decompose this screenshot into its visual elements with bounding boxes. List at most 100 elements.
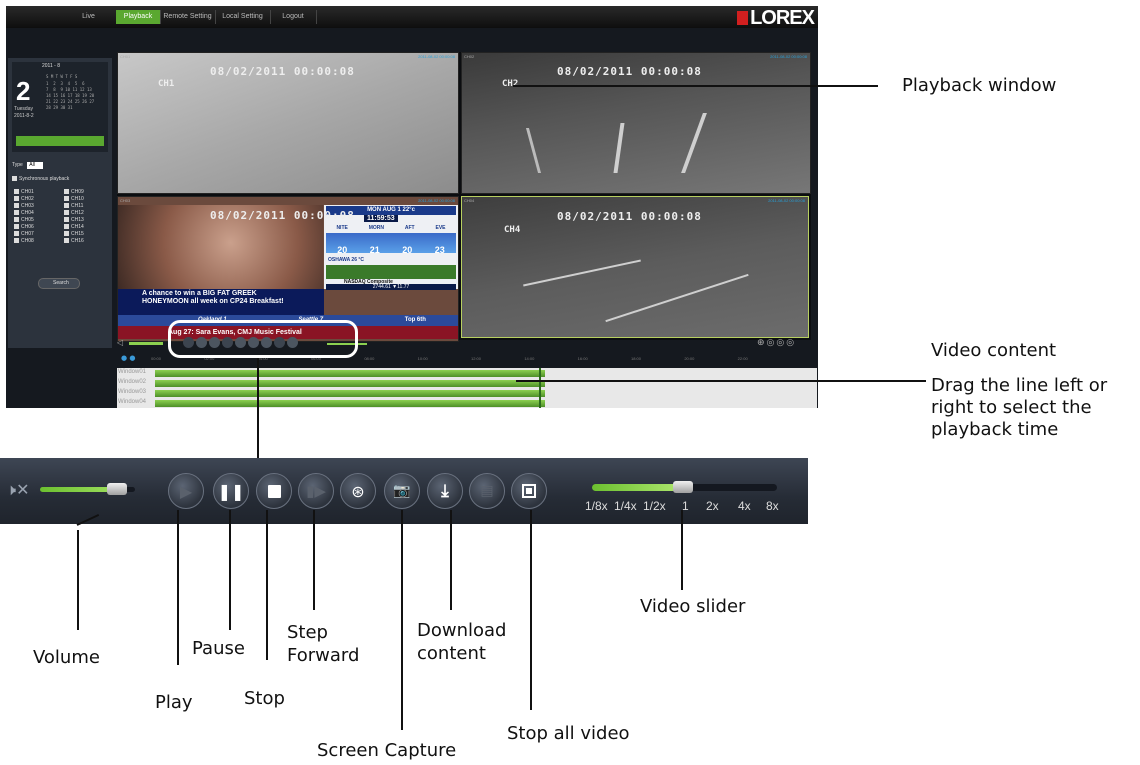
- timeline-tick-label: 00:00: [151, 356, 162, 361]
- channel-checkbox[interactable]: CH04: [14, 210, 54, 217]
- playback-time-line[interactable]: [539, 368, 541, 408]
- video-content-track[interactable]: [155, 370, 545, 377]
- annotation-stop-all-video: Stop all video: [507, 723, 630, 744]
- volume-knob[interactable]: [106, 483, 127, 495]
- controls-highlight: [168, 320, 358, 358]
- video-tile-ch2[interactable]: CH02 2011-08-02 00:00:08 08/02/2011 00:0…: [461, 52, 811, 194]
- annotation-playback-window: Playback window: [902, 75, 1057, 96]
- annotation-download-2: content: [417, 643, 486, 664]
- video-content-track[interactable]: [155, 390, 545, 397]
- channel-checkbox[interactable]: CH10: [64, 196, 104, 203]
- tab-local-setting[interactable]: Local Setting: [215, 10, 271, 24]
- window-label: Window02: [118, 379, 147, 385]
- calendar-weekday-header: S M T W T F S: [46, 74, 78, 79]
- channel-checkbox[interactable]: CH03: [14, 203, 54, 210]
- annotation-video-content: Video content: [931, 340, 1057, 361]
- timeline-tick-label: 20:00: [684, 356, 695, 361]
- video-tile-ch1[interactable]: CH01 2011-08-02 00:00:08 08/02/2011 00:0…: [117, 52, 459, 194]
- calendar[interactable]: 2011 - 8 2 Tuesday 2011-8-2 S M T W T F …: [12, 62, 108, 152]
- tile-timestamp: 08/02/2011 00:00:08: [210, 209, 355, 222]
- sync-playback-checkbox[interactable]: Synchronous playback: [12, 176, 69, 183]
- tile-timestamp: 08/02/2011 00:00:08: [210, 65, 355, 78]
- tab-remote-setting[interactable]: Remote Setting: [160, 10, 216, 24]
- layout-icons[interactable]: ⊕◎◎◎: [757, 338, 796, 348]
- type-label: Type: [12, 162, 23, 168]
- channel-checkbox[interactable]: CH09: [64, 189, 104, 196]
- annotation-drag-line-1: Drag the line left or: [931, 375, 1108, 396]
- channel-checkbox[interactable]: CH06: [14, 224, 54, 231]
- timeline-tick-label: 12:00: [471, 356, 482, 361]
- step-forward-icon: ▮▶: [306, 482, 326, 500]
- timeline-tick-label: 16:00: [577, 356, 588, 361]
- stop-button[interactable]: [256, 473, 292, 509]
- annotation-pause: Pause: [192, 638, 245, 659]
- video-speed-slider[interactable]: [592, 481, 777, 493]
- tab-live[interactable]: Live: [61, 10, 117, 24]
- channel-checkbox[interactable]: CH08: [14, 238, 54, 245]
- speed-label: 1/2x: [643, 499, 666, 513]
- play-icon: ▶: [179, 481, 193, 501]
- window-label: Window01: [118, 369, 147, 375]
- channel-list-right: CH09 CH10 CH11 CH12 CH13 CH14 CH15 CH16: [64, 189, 104, 245]
- annotation-download-1: Download: [417, 620, 507, 641]
- channel-checkbox[interactable]: CH12: [64, 210, 104, 217]
- video-content-track[interactable]: [155, 400, 545, 407]
- speed-level: [592, 484, 685, 491]
- video-content-track[interactable]: [155, 380, 545, 387]
- search-button[interactable]: Search: [38, 278, 80, 289]
- screen-capture-button[interactable]: ⊛: [340, 473, 376, 509]
- channel-checkbox[interactable]: CH13: [64, 217, 104, 224]
- document-icon: ▤: [480, 483, 494, 499]
- stop-all-video-button[interactable]: [511, 473, 547, 509]
- type-select[interactable]: All: [27, 162, 43, 169]
- video-tile-ch4[interactable]: CH04 2011-08-02 00:00:08 08/02/2011 00:0…: [461, 196, 809, 338]
- channel-checkbox[interactable]: CH07: [14, 231, 54, 238]
- calendar-confirm-bar[interactable]: [16, 136, 104, 146]
- mini-volume-slider[interactable]: [129, 342, 163, 345]
- play-button[interactable]: ▶: [168, 473, 204, 509]
- calendar-weekday: Tuesday: [14, 106, 33, 112]
- snapshot-button[interactable]: 📷: [384, 473, 420, 509]
- speed-label: 8x: [766, 499, 779, 513]
- mini-volume-icon[interactable]: ◁: [117, 338, 123, 347]
- annotation-step-forward-2: Forward: [287, 645, 360, 666]
- timeline-zoom-icons[interactable]: ● ●: [121, 354, 135, 362]
- top-nav-bar: Live Playback Remote Setting Local Setti…: [6, 6, 818, 29]
- channel-checkbox[interactable]: CH02: [14, 196, 54, 203]
- download-button[interactable]: ⤓: [427, 473, 463, 509]
- timeline-tick-label: 22:00: [737, 356, 748, 361]
- annotation-drag-line-2: right to select the: [931, 397, 1092, 418]
- calendar-day-number: 2: [16, 76, 31, 106]
- volume-slider[interactable]: [40, 483, 135, 495]
- pause-button[interactable]: ❚❚: [213, 473, 249, 509]
- tab-playback[interactable]: Playback: [116, 10, 161, 24]
- speed-label: 1/4x: [614, 499, 637, 513]
- film-reel-icon: ⊛: [351, 481, 365, 501]
- annotation-step-forward-1: Step: [287, 622, 328, 643]
- annotation-play: Play: [155, 692, 193, 713]
- step-forward-button[interactable]: ▮▶: [298, 473, 334, 509]
- channel-checkbox[interactable]: CH01: [14, 189, 54, 196]
- volume-icon[interactable]: 🕨✕: [6, 480, 30, 500]
- window-label: Window03: [118, 389, 147, 395]
- annotation-volume: Volume: [33, 647, 100, 668]
- channel-checkbox[interactable]: CH05: [14, 217, 54, 224]
- timeline-ticks: 00:00 02:00 04:00 06:00 08:00 10:00 12:00 14:00…: [151, 356, 791, 364]
- callout-line: [257, 358, 259, 458]
- calendar-month: 2011 - 8: [42, 63, 60, 69]
- channel-checkbox[interactable]: CH11: [64, 203, 104, 210]
- speed-label: 1: [682, 499, 689, 513]
- playback-toolbar: 🕨✕ ▶ ❚❚ ▮▶ ⊛ 📷 ⤓ ▤ 1/8x 1/4x 1/2x 1 2x 4…: [0, 458, 808, 524]
- disabled-button[interactable]: ▤: [469, 473, 505, 509]
- annotation-stop: Stop: [244, 688, 285, 709]
- channel-checkbox[interactable]: CH15: [64, 231, 104, 238]
- tab-logout[interactable]: Logout: [270, 10, 317, 24]
- annotation-drag-line-3: playback time: [931, 419, 1059, 440]
- download-icon: ⤓: [441, 481, 449, 501]
- calendar-week-5[interactable]: 28 29 30 31: [46, 105, 73, 111]
- left-control-panel: 2011 - 8 2 Tuesday 2011-8-2 S M T W T F …: [8, 58, 112, 348]
- channel-checkbox[interactable]: CH14: [64, 224, 104, 231]
- annotation-video-slider: Video slider: [640, 596, 746, 617]
- channel-checkbox[interactable]: CH16: [64, 238, 104, 245]
- speed-knob[interactable]: [672, 481, 693, 493]
